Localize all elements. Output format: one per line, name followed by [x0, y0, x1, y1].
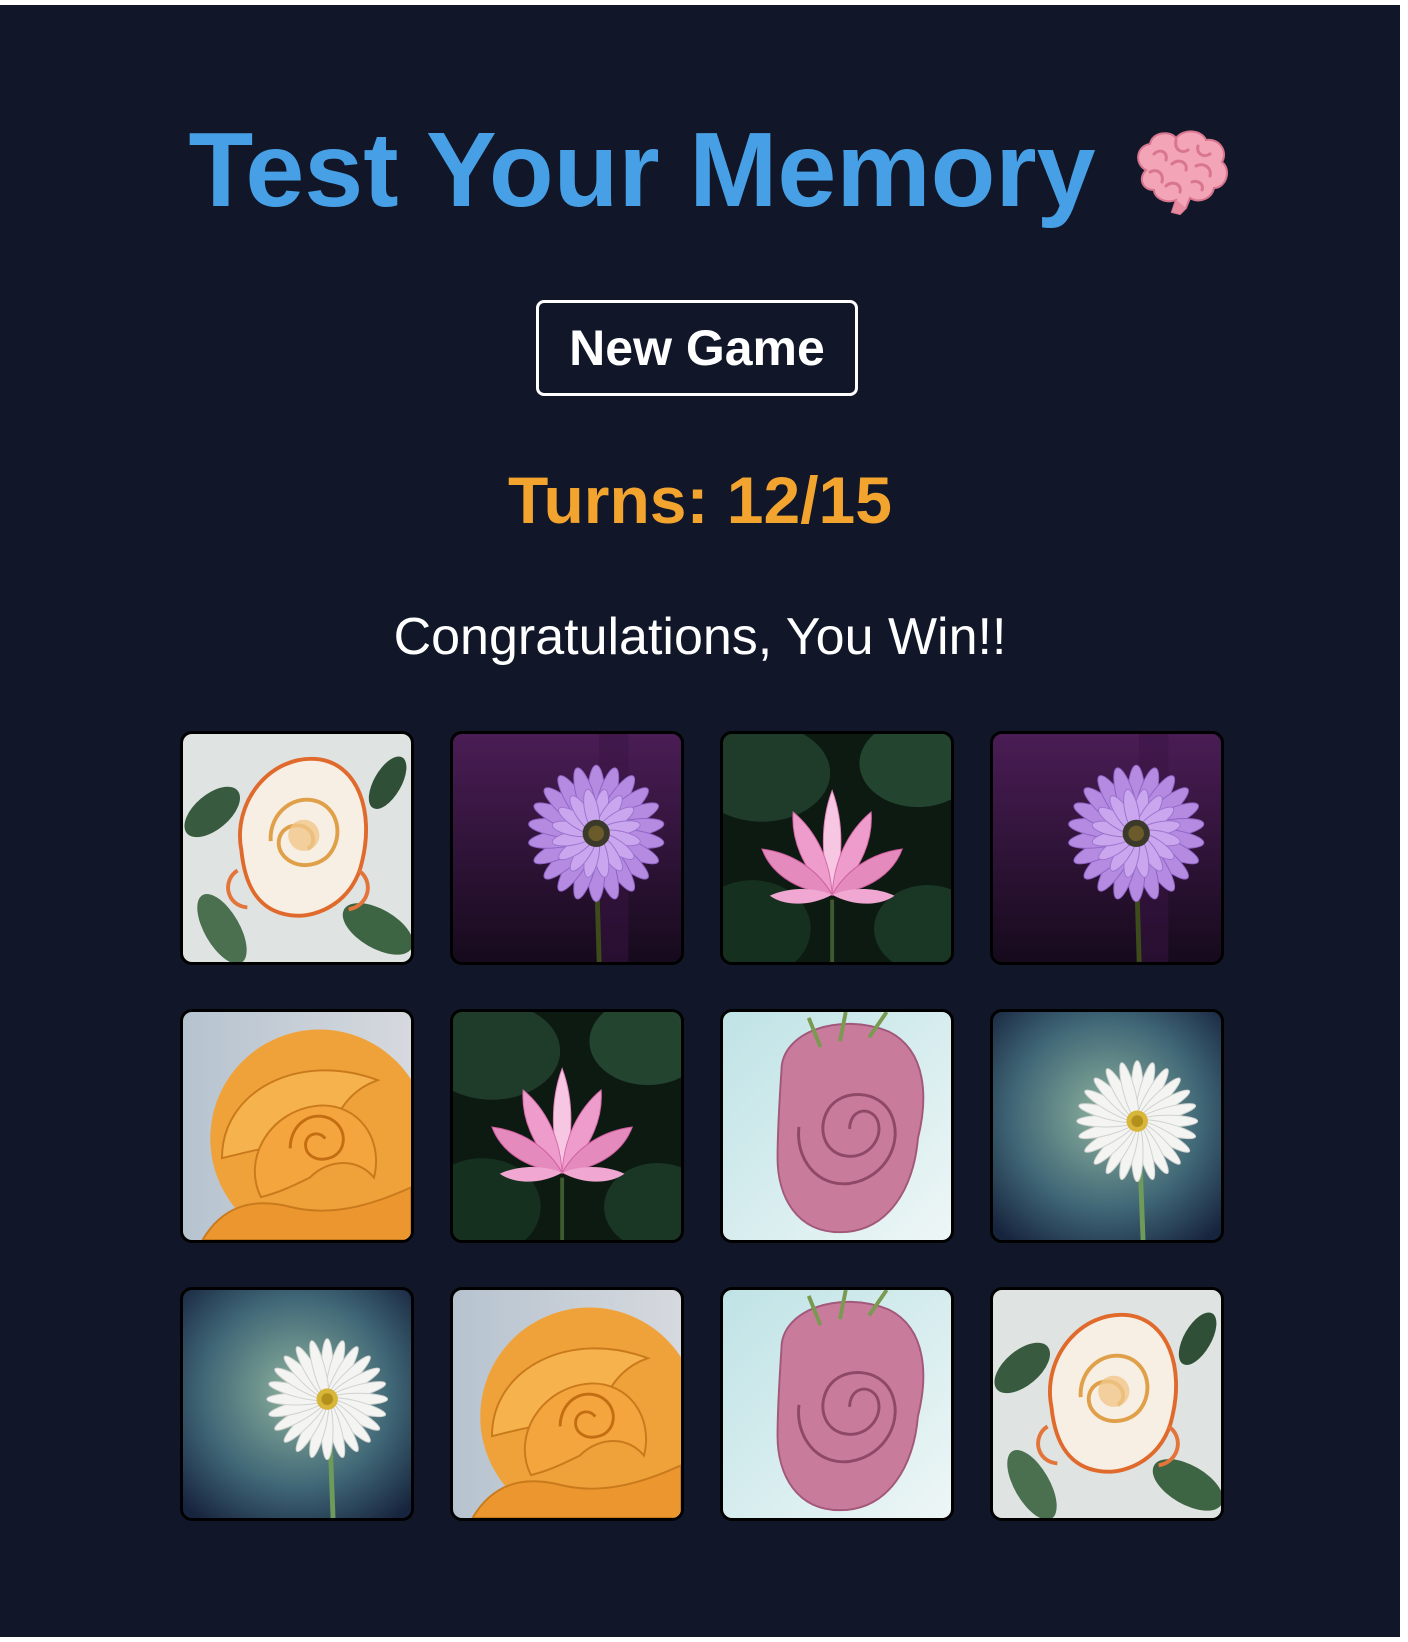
orange-rose-image: [453, 1290, 681, 1518]
purple-daisy-image: [453, 734, 681, 962]
card-purple-daisy[interactable]: [450, 731, 684, 965]
purple-daisy-image: [993, 734, 1221, 962]
white-orange-rose-image: [183, 734, 411, 962]
page-title: Test Your Memory: [188, 110, 1096, 229]
white-orange-rose-image: [993, 1290, 1221, 1518]
card-pink-rose[interactable]: [720, 1287, 954, 1521]
card-grid: [180, 731, 1224, 1521]
win-message: Congratulations, You Win!!: [393, 608, 1007, 666]
card-purple-daisy[interactable]: [990, 731, 1224, 965]
card-pink-lotus[interactable]: [450, 1009, 684, 1243]
card-white-daisy[interactable]: [990, 1009, 1224, 1243]
card-pink-rose[interactable]: [720, 1009, 954, 1243]
white-daisy-image: [993, 1012, 1221, 1240]
new-game-button[interactable]: New Game: [536, 300, 858, 396]
pink-rose-image: [723, 1012, 951, 1240]
white-daisy-image: [183, 1290, 411, 1518]
orange-rose-image: [183, 1012, 411, 1240]
card-white-orange-rose[interactable]: [990, 1287, 1224, 1521]
memory-game-app: Test Your Memory New Game Turns: 12/15 C…: [0, 5, 1400, 1637]
card-orange-rose[interactable]: [180, 1009, 414, 1243]
turns-counter: Turns: 12/15: [508, 463, 892, 537]
card-white-orange-rose[interactable]: [180, 731, 414, 965]
brain-icon: [1136, 130, 1228, 216]
title-row: Test Your Memory: [0, 105, 1400, 235]
card-white-daisy[interactable]: [180, 1287, 414, 1521]
card-orange-rose[interactable]: [450, 1287, 684, 1521]
pink-lotus-image: [723, 734, 951, 962]
pink-rose-image: [723, 1290, 951, 1518]
pink-lotus-image: [453, 1012, 681, 1240]
card-pink-lotus[interactable]: [720, 731, 954, 965]
